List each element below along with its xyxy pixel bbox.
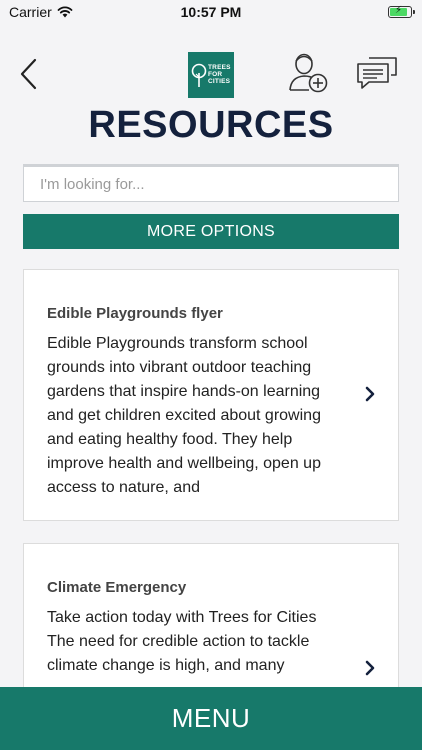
resource-card-title: Edible Playgrounds flyer xyxy=(47,305,223,322)
resource-card[interactable]: Edible Playgrounds flyer Edible Playgrou… xyxy=(23,269,399,521)
status-time: 10:57 PM xyxy=(180,4,242,20)
chevron-left-icon xyxy=(20,58,37,90)
page-title: RESOURCES xyxy=(88,104,334,146)
battery-icon: ⚡ xyxy=(388,5,415,18)
add-user-icon xyxy=(289,53,328,93)
messages-button[interactable] xyxy=(355,55,399,93)
resource-card-description: Take action today with Trees for Cities … xyxy=(47,609,317,674)
more-options-button[interactable]: MORE OPTIONS xyxy=(23,214,399,249)
tree-icon xyxy=(191,63,207,87)
chevron-right-icon xyxy=(365,386,375,402)
trees-for-cities-logo: TREES FOR CITIES xyxy=(188,52,234,98)
resource-card-description: Edible Playgrounds transform school grou… xyxy=(47,335,321,496)
add-user-button[interactable] xyxy=(287,50,329,94)
chat-bubbles-icon xyxy=(357,57,397,89)
menu-button[interactable]: MENU xyxy=(0,687,422,750)
search-input[interactable] xyxy=(24,167,398,201)
back-button[interactable] xyxy=(14,56,44,92)
logo-text: TREES FOR CITIES xyxy=(208,64,231,85)
search-box xyxy=(23,164,399,202)
chevron-right-icon xyxy=(365,660,375,676)
status-bar: Carrier 10:57 PM ⚡ xyxy=(0,0,422,26)
resource-card-title: Climate Emergency xyxy=(47,579,187,596)
